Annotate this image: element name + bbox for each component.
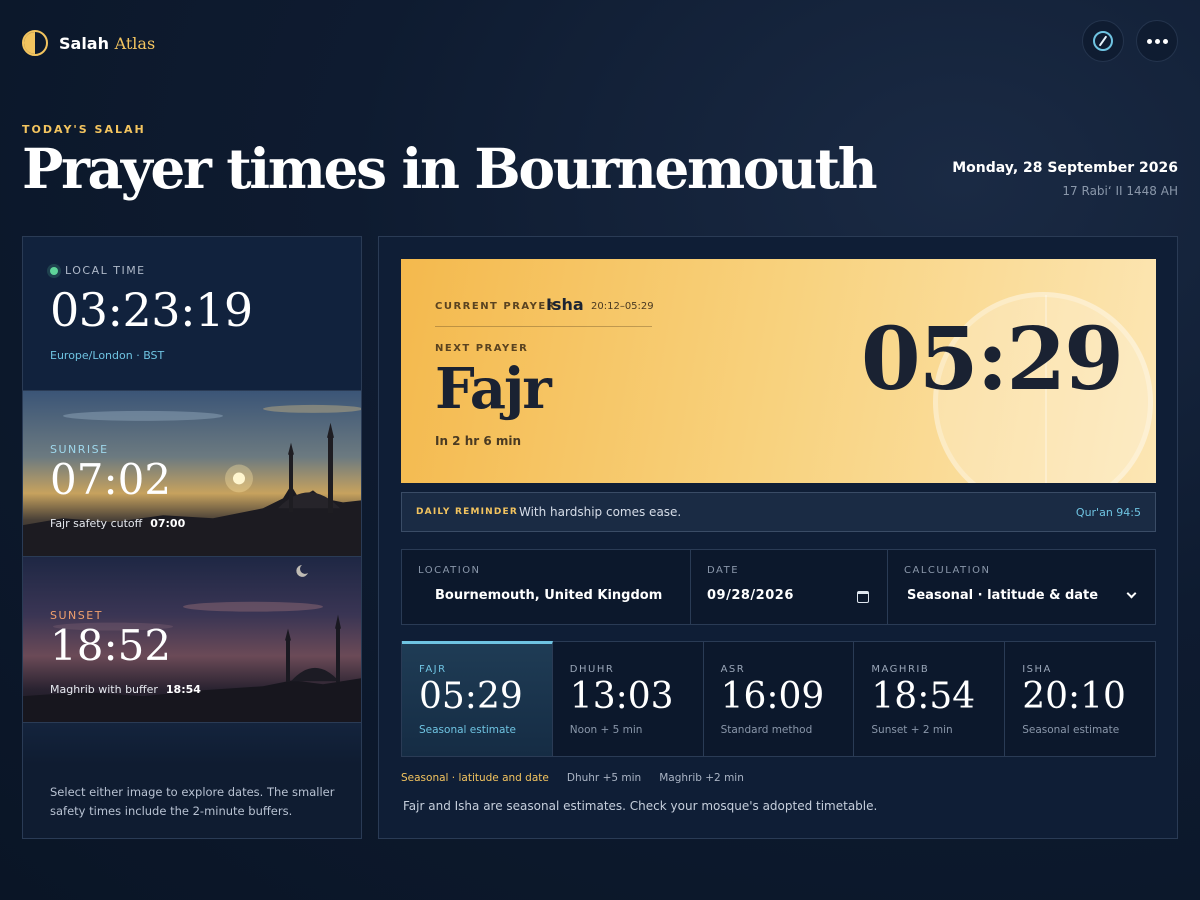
method-chips: Seasonal · latitude and date Dhuhr +5 mi… — [401, 772, 744, 784]
next-prayer-label: NEXT PRAYER — [435, 343, 529, 354]
timetable-disclaimer: Fajr and Isha are seasonal estimates. Ch… — [403, 799, 878, 813]
method-chip: Maghrib +2 min — [659, 772, 744, 784]
prayer-time: 05:29 — [419, 676, 523, 717]
calculation-value[interactable]: Seasonal · latitude & date — [907, 588, 1098, 603]
prayer-note: Noon + 5 min — [569, 724, 643, 736]
reminder-text: With hardship comes ease. — [519, 505, 682, 519]
prayer-label: DHUHR — [569, 664, 615, 675]
next-prayer-time: 05:29 — [860, 309, 1124, 410]
current-prayer-range: 20:12–05:29 — [591, 301, 654, 312]
sunrise-time: 07:02 — [50, 455, 172, 504]
brand-name-primary: Salah — [59, 33, 109, 53]
compass-icon — [1093, 31, 1113, 51]
calculation-label: CALCULATION — [904, 565, 991, 576]
daily-reminder: DAILY REMINDER With hardship comes ease.… — [401, 492, 1156, 532]
method-chip: Seasonal · latitude and date — [401, 772, 549, 784]
more-icon — [1146, 38, 1168, 44]
date-value[interactable]: 09/28/2026 — [707, 588, 794, 603]
reminder-label: DAILY REMINDER — [416, 507, 519, 517]
reminder-reference-link[interactable]: Qur'an 94:5 — [1076, 506, 1141, 519]
prayer-label: FAJR — [419, 664, 447, 675]
prayer-time: 18:54 — [871, 676, 976, 717]
sunset-image-card[interactable]: SUNSET 18:52 Maghrib with buffer 18:54 — [23, 556, 361, 722]
left-panel-help-text: Select either image to explore dates. Th… — [50, 785, 335, 818]
brand-name: Salah Atlas — [59, 34, 155, 53]
settings-controls: LOCATION Bournemouth, United Kingdom DAT… — [401, 549, 1156, 625]
calendar-icon[interactable] — [857, 591, 869, 603]
hijri-date: 17 Rabiʻ II 1448 AH — [1062, 184, 1178, 198]
hero-divider — [435, 326, 652, 327]
fajr-cutoff-text: Fajr safety cutoff — [50, 517, 143, 530]
fajr-cutoff-note: Fajr safety cutoff 07:00 — [50, 517, 185, 530]
prayer-note: Sunset + 2 min — [871, 724, 953, 736]
maghrib-buffer-note: Maghrib with buffer 18:54 — [50, 683, 201, 696]
prayer-note: Standard method — [720, 724, 813, 736]
calculation-select[interactable]: CALCULATION Seasonal · latitude & date — [888, 550, 1155, 624]
maghrib-buffer-text: Maghrib with buffer — [50, 683, 158, 696]
live-dot-icon — [50, 266, 58, 275]
gregorian-date: Monday, 28 September 2026 — [952, 160, 1178, 176]
prayer-times-row: FAJR 05:29 Seasonal estimate DHUHR 13:03… — [401, 641, 1156, 757]
page-title: Prayer times in Bournemouth — [22, 136, 878, 201]
prayer-time: 16:09 — [720, 676, 825, 717]
prayer-card-asr[interactable]: ASR 16:09 Standard method — [704, 642, 855, 756]
method-chip: Dhuhr +5 min — [566, 772, 642, 784]
next-prayer-hero: CURRENT PRAYER Isha 20:12–05:29 NEXT PRA… — [401, 259, 1156, 483]
next-prayer-countdown: In 2 hr 6 min — [435, 434, 522, 448]
local-time-clock: 03:23:19 — [50, 283, 253, 337]
prayer-label: ISHA — [1022, 664, 1052, 675]
left-panel-footer: Select either image to explore dates. Th… — [23, 722, 361, 838]
local-time-label-text: LOCAL TIME — [65, 264, 146, 277]
local-time-card: LOCAL TIME 03:23:19 Europe/London · BST — [23, 237, 361, 390]
page-eyebrow: TODAY'S SALAH — [22, 123, 146, 136]
chevron-down-icon[interactable] — [1126, 588, 1137, 599]
prayer-label: ASR — [720, 664, 746, 675]
more-options-button[interactable] — [1136, 20, 1178, 62]
prayer-card-dhuhr[interactable]: DHUHR 13:03 Noon + 5 min — [553, 642, 704, 756]
left-panel: LOCAL TIME 03:23:19 Europe/London · BST … — [22, 236, 362, 839]
location-label: LOCATION — [418, 565, 481, 576]
prayer-card-isha[interactable]: ISHA 20:10 Seasonal estimate — [1005, 642, 1155, 756]
prayer-label: MAGHRIB — [871, 664, 930, 675]
current-prayer-name: Isha — [546, 295, 584, 314]
prayer-note: Seasonal estimate — [1022, 724, 1120, 736]
half-moon-logo-icon — [22, 30, 48, 56]
sunset-time: 18:52 — [50, 621, 172, 670]
date-field[interactable]: DATE 09/28/2026 — [691, 550, 888, 624]
prayer-card-fajr[interactable]: FAJR 05:29 Seasonal estimate — [402, 641, 553, 756]
date-label: DATE — [707, 565, 740, 576]
prayer-note: Seasonal estimate — [419, 724, 517, 736]
date-block: Monday, 28 September 2026 17 Rabiʻ II 14… — [952, 160, 1178, 198]
qibla-compass-button[interactable] — [1082, 20, 1124, 62]
fajr-cutoff-value: 07:00 — [150, 517, 186, 530]
sunrise-image-card[interactable]: SUNRISE 07:02 Fajr safety cutoff 07:00 — [23, 390, 361, 556]
maghrib-buffer-value: 18:54 — [165, 683, 201, 696]
location-field[interactable]: LOCATION Bournemouth, United Kingdom — [402, 550, 691, 624]
brand-name-accent: Atlas — [114, 33, 156, 53]
timezone-label: Europe/London · BST — [50, 349, 165, 362]
location-value[interactable]: Bournemouth, United Kingdom — [435, 588, 662, 603]
top-bar: Salah Atlas — [22, 20, 1178, 62]
right-panel: CURRENT PRAYER Isha 20:12–05:29 NEXT PRA… — [378, 236, 1178, 839]
prayer-card-maghrib[interactable]: MAGHRIB 18:54 Sunset + 2 min — [854, 642, 1006, 756]
prayer-time: 13:03 — [569, 676, 674, 717]
next-prayer-name: Fajr — [435, 356, 552, 422]
brand[interactable]: Salah Atlas — [22, 30, 155, 56]
prayer-time: 20:10 — [1022, 676, 1126, 717]
current-prayer-label: CURRENT PRAYER — [435, 301, 556, 312]
local-time-label: LOCAL TIME — [50, 264, 146, 277]
